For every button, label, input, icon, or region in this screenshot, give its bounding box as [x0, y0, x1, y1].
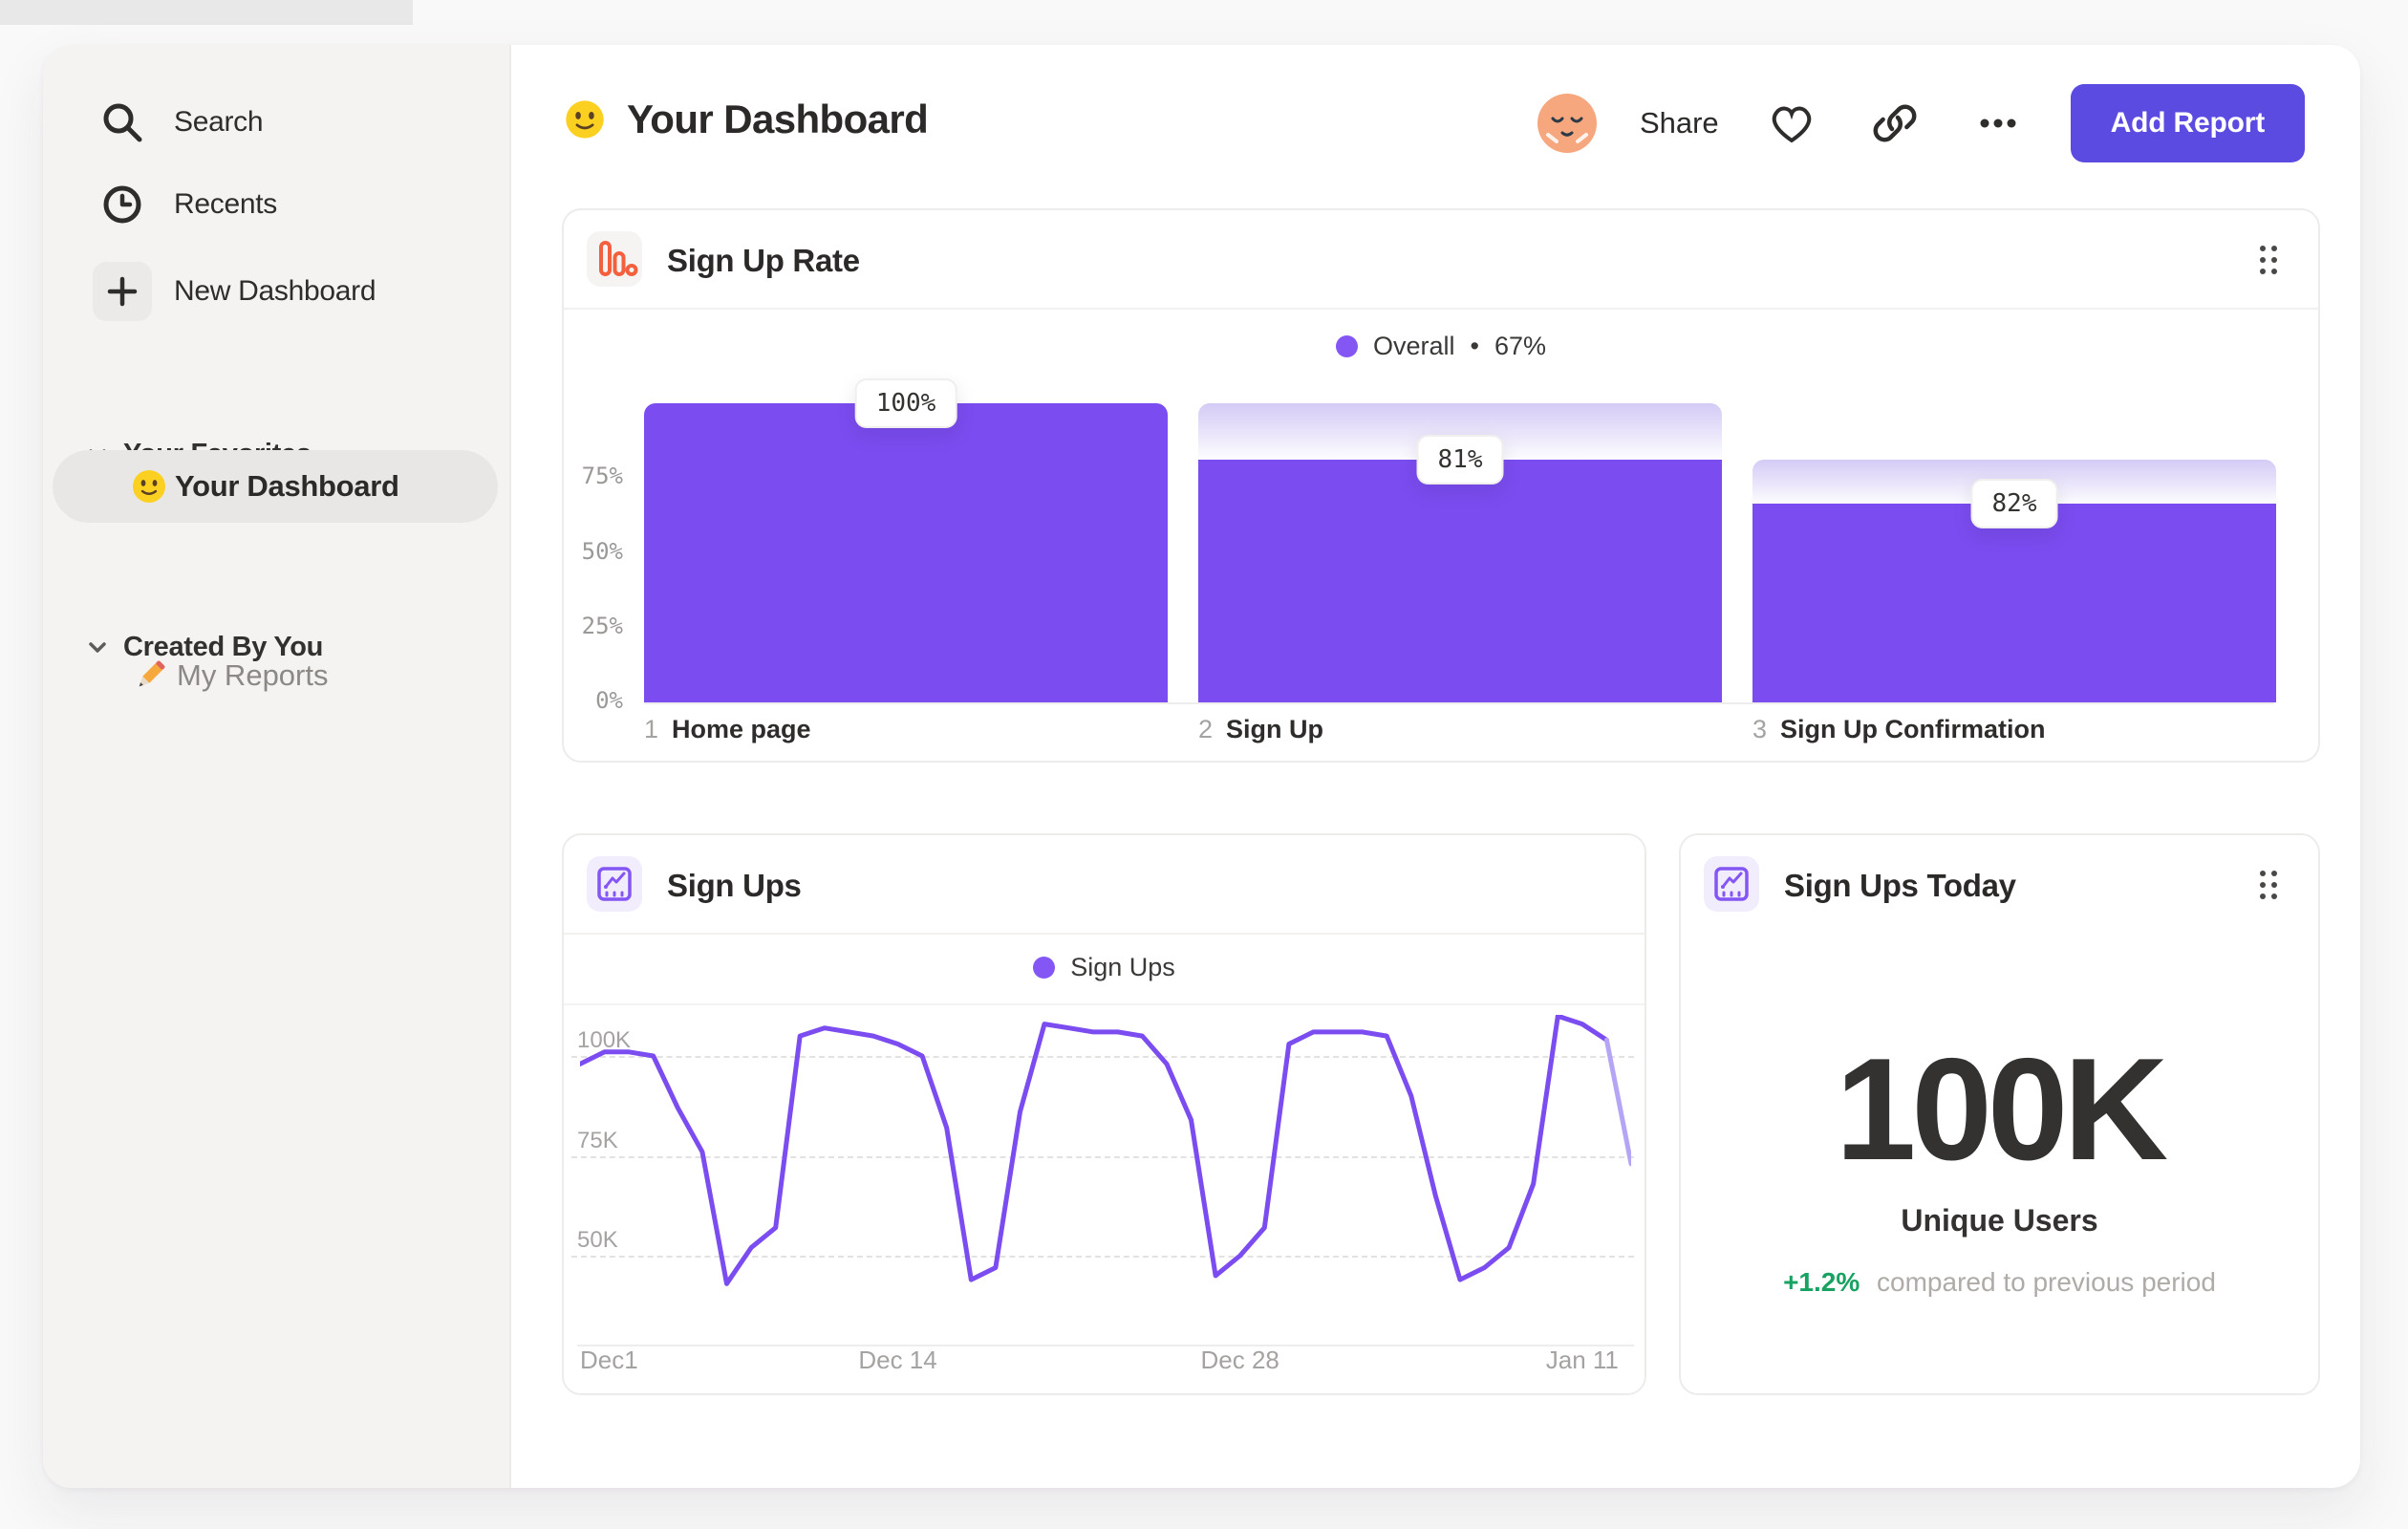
sign-ups-today-card: Sign Ups Today 100K Unique Users +1.2% c…: [1679, 833, 2320, 1395]
sign-up-rate-card: Sign Up Rate Overall • 67% 75% 50% 25% 0%: [562, 208, 2320, 763]
divider: [564, 933, 1645, 935]
sign-ups-card: Sign Ups Sign Ups 100K 75K 50K Dec1 Dec 14 D…: [562, 833, 1646, 1395]
funnel-x-label: 1 Home page: [644, 715, 811, 744]
bar-chart-icon: [587, 231, 642, 287]
card-title: Sign Ups Today: [1784, 868, 2016, 903]
share-button[interactable]: Share: [1640, 106, 1719, 140]
line-chart-icon: [1704, 856, 1759, 912]
delta-percent: +1.2%: [1783, 1267, 1860, 1297]
background-strip: [0, 0, 413, 25]
conversion-chip: 100%: [854, 378, 957, 428]
step-label: Sign Up Confirmation: [1780, 715, 2046, 743]
legend-label: Sign Ups: [1070, 952, 1175, 981]
page-title: Your Dashboard: [627, 97, 929, 141]
app-window: Search Recents New Dashboard Your Dashbo…: [43, 45, 2360, 1488]
y-axis-tick: 0%: [595, 687, 623, 714]
y-axis-tick: 75%: [581, 463, 623, 490]
plus-icon: [93, 262, 152, 321]
x-axis-line: [577, 1345, 1634, 1346]
heart-icon: [1772, 106, 1811, 143]
sidebar-item-label: Recents: [174, 188, 277, 220]
sidebar-item-new-dashboard[interactable]: New Dashboard: [43, 257, 509, 326]
ellipsis-icon: [1980, 118, 2016, 128]
clock-icon: [93, 175, 152, 234]
page-title-wrap: Your Dashboard: [564, 97, 929, 142]
sidebar-item-recents[interactable]: Recents: [43, 170, 509, 239]
avatar[interactable]: [1537, 93, 1598, 154]
line-legend: Sign Ups: [564, 948, 1645, 986]
divider: [564, 1003, 1645, 1005]
line-chart-icon: [587, 856, 642, 912]
line-plot[interactable]: [580, 1015, 1631, 1345]
smiley-emoji: [131, 468, 167, 505]
sidebar: Search Recents New Dashboard Your Dashbo…: [43, 45, 511, 1488]
card-header: Sign Ups: [564, 835, 1645, 935]
funnel-bar-fill: [1752, 504, 2276, 702]
card-title: Sign Ups: [667, 868, 802, 903]
step-label: Sign Up: [1226, 715, 1324, 743]
y-axis-tick: 50%: [581, 537, 623, 565]
sidebar-item-search[interactable]: Search: [43, 88, 509, 157]
stat-value: 100K: [1835, 1028, 2168, 1191]
sidebar-item-my-reports[interactable]: My Reports: [43, 645, 509, 708]
screen: Search Recents New Dashboard Your Dashbo…: [0, 0, 2408, 1529]
x-axis-tick: Dec 28: [1200, 1346, 1279, 1374]
search-icon: [93, 93, 152, 152]
add-report-button[interactable]: Add Report: [2070, 84, 2305, 162]
sidebar-item-label: My Reports: [177, 658, 329, 692]
stat-label: Unique Users: [1901, 1203, 2098, 1238]
x-axis-tick: Dec1: [580, 1346, 638, 1374]
sidebar-item-label: Your Dashboard: [175, 469, 399, 503]
legend-dot: [1033, 956, 1056, 979]
conversion-chip: 81%: [1416, 435, 1504, 485]
funnel-bar[interactable]: [1752, 210, 2276, 702]
funnel-bar-fill: [1198, 460, 1722, 702]
drag-handle-icon[interactable]: [2247, 864, 2290, 906]
step-index: 2: [1198, 715, 1214, 743]
sidebar-item-label: Search: [174, 106, 264, 138]
sidebar-item-your-dashboard[interactable]: Your Dashboard: [53, 450, 498, 523]
funnel-baseline: [644, 702, 2274, 704]
step-index: 1: [644, 715, 659, 743]
copy-link-button[interactable]: [1864, 93, 1925, 154]
x-axis-tick: Dec 14: [858, 1346, 937, 1374]
link-icon: [1873, 104, 1917, 142]
funnel-x-label: 2 Sign Up: [1198, 715, 1323, 744]
step-index: 3: [1752, 715, 1768, 743]
funnel-x-label: 3 Sign Up Confirmation: [1752, 715, 2046, 744]
sidebar-item-label: New Dashboard: [174, 275, 376, 307]
x-axis-tick: Jan 11: [1545, 1346, 1619, 1374]
delta-comparison-text: compared to previous period: [1877, 1267, 2216, 1297]
card-header: Sign Ups Today: [1681, 835, 2318, 935]
stat-delta: +1.2% compared to previous period: [1681, 1267, 2318, 1298]
page-header: Your Dashboard Share Add Report: [511, 45, 2360, 198]
header-actions: Share Add Report: [1537, 83, 2305, 163]
funnel-bar-fill: [644, 403, 1168, 702]
y-axis-tick: 25%: [581, 612, 623, 639]
favorite-heart-button[interactable]: [1761, 93, 1822, 154]
pencil-emoji: [131, 657, 169, 695]
step-label: Home page: [672, 715, 811, 743]
more-options-button[interactable]: [1967, 93, 2029, 154]
funnel-bar[interactable]: [644, 210, 1168, 702]
smiley-emoji: [564, 98, 606, 140]
conversion-chip: 82%: [1970, 479, 2058, 529]
